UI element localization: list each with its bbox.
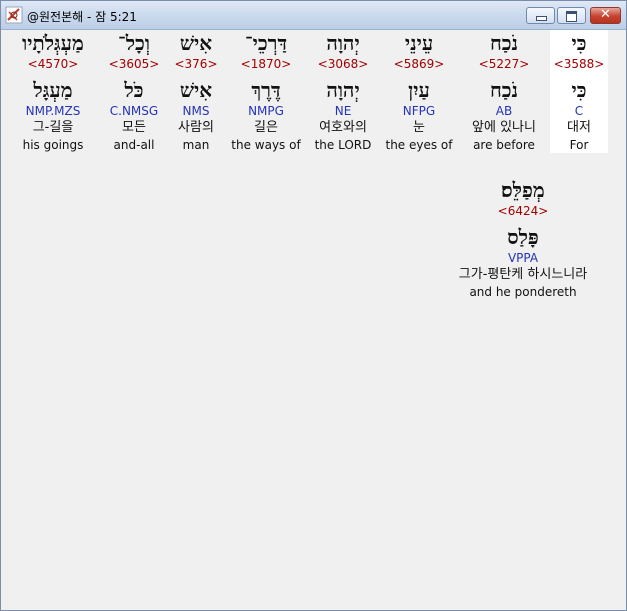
hebrew-lemma[interactable]: פָּלַס bbox=[438, 224, 608, 250]
english-gloss: are before bbox=[473, 138, 535, 152]
hebrew-lemma[interactable]: נֹכַח bbox=[467, 77, 541, 103]
korean-gloss: 그-길을 bbox=[32, 120, 74, 135]
english-gloss: For bbox=[569, 138, 589, 152]
hebrew-lemma[interactable]: יְהוָה bbox=[306, 77, 380, 103]
korean-gloss: 눈 bbox=[413, 120, 425, 135]
hebrew-word[interactable]: כִּי bbox=[550, 30, 608, 56]
english-gloss: his goings bbox=[22, 138, 84, 152]
close-icon: ✕ bbox=[600, 7, 611, 22]
strong-number[interactable]: <5227> bbox=[467, 56, 541, 72]
title-bar[interactable]: @원전본해 - 잠 5:21 ✕ bbox=[1, 1, 626, 30]
korean-gloss: 그가-평탄케 하시느니라 bbox=[458, 267, 588, 282]
hebrew-lemma[interactable]: עַיִן bbox=[382, 77, 456, 103]
close-button[interactable]: ✕ bbox=[590, 7, 621, 24]
korean-gloss: 길은 bbox=[254, 120, 278, 135]
window-title: @원전본해 - 잠 5:21 bbox=[27, 10, 137, 24]
strong-number[interactable]: <4570> bbox=[8, 56, 98, 72]
hebrew-word[interactable]: נֹכַח bbox=[467, 30, 541, 56]
hebrew-lemma[interactable]: כִּי bbox=[550, 77, 608, 103]
hebrew-word[interactable]: מַעְגְּלֹתָיו bbox=[8, 30, 98, 56]
morph-code[interactable]: C.NMSG bbox=[102, 103, 166, 119]
minimize-button[interactable] bbox=[526, 7, 555, 24]
morph-code[interactable]: NMS bbox=[168, 103, 224, 119]
word-column-7[interactable]: וְכָל־ <3605> כֹּל C.NMSG 모든 and-all bbox=[102, 30, 166, 153]
word-column-1[interactable]: כִּי <3588> כִּי C 대저 For bbox=[550, 30, 608, 153]
morph-code[interactable]: C bbox=[550, 103, 608, 119]
english-gloss: and he pondereth bbox=[469, 285, 577, 299]
korean-gloss: 사람의 bbox=[178, 120, 214, 135]
hebrew-lemma[interactable]: אִישׁ bbox=[168, 77, 224, 103]
morph-code[interactable]: AB bbox=[467, 103, 541, 119]
strong-number[interactable]: <6424> bbox=[438, 203, 608, 219]
hebrew-word[interactable]: עֵינֵי bbox=[382, 30, 456, 56]
maximize-icon bbox=[566, 11, 577, 22]
app-window: @원전본해 - 잠 5:21 ✕ כִּי <3588> כִּי C 대저 F… bbox=[0, 0, 627, 611]
korean-gloss: 앞에 있나니 bbox=[472, 120, 536, 135]
morph-code[interactable]: NE bbox=[306, 103, 380, 119]
morph-code[interactable]: NMPG bbox=[229, 103, 303, 119]
morph-code[interactable]: NMP.MZS bbox=[8, 103, 98, 119]
interlinear-view: כִּי <3588> כִּי C 대저 For נֹכַח <5227> נ… bbox=[2, 30, 625, 609]
english-gloss: the LORD bbox=[314, 138, 372, 152]
word-column-6[interactable]: אִישׁ <376> אִישׁ NMS 사람의 man bbox=[168, 30, 224, 153]
english-gloss: the eyes of bbox=[385, 138, 453, 152]
strong-number[interactable]: <3068> bbox=[306, 56, 380, 72]
korean-gloss: 대저 bbox=[567, 120, 591, 135]
strong-number[interactable]: <3605> bbox=[102, 56, 166, 72]
word-column-2[interactable]: נֹכַח <5227> נֹכַח AB 앞에 있나니 are before bbox=[467, 30, 541, 153]
hebrew-lemma[interactable]: דֶּרֶךְ bbox=[229, 77, 303, 103]
hebrew-lemma[interactable]: מַעְגָּל bbox=[8, 77, 98, 103]
word-column-3[interactable]: עֵינֵי <5869> עַיִן NFPG 눈 the eyes of bbox=[382, 30, 456, 153]
hebrew-word[interactable]: וְכָל־ bbox=[102, 30, 166, 56]
strong-number[interactable]: <3588> bbox=[550, 56, 608, 72]
korean-gloss: 모든 bbox=[122, 120, 146, 135]
word-column-5[interactable]: דַּרְכֵי־ <1870> דֶּרֶךְ NMPG 길은 the way… bbox=[229, 30, 303, 153]
word-column-4[interactable]: יְהוָה <3068> יְהוָה NE 여호와의 the LORD bbox=[306, 30, 380, 153]
english-gloss: man bbox=[182, 138, 210, 152]
hebrew-word[interactable]: מְפַלֵּס׃ bbox=[438, 177, 608, 203]
word-column-8[interactable]: מַעְגְּלֹתָיו <4570> מַעְגָּל NMP.MZS 그-… bbox=[8, 30, 98, 153]
strong-number[interactable]: <376> bbox=[168, 56, 224, 72]
hebrew-word[interactable]: דַּרְכֵי־ bbox=[229, 30, 303, 56]
english-gloss: the ways of bbox=[231, 138, 301, 152]
morph-code[interactable]: NFPG bbox=[382, 103, 456, 119]
maximize-button[interactable] bbox=[557, 7, 586, 24]
english-gloss: and-all bbox=[113, 138, 155, 152]
morph-code[interactable]: VPPA bbox=[438, 250, 608, 266]
strong-number[interactable]: <1870> bbox=[229, 56, 303, 72]
hebrew-word[interactable]: יְהוָה bbox=[306, 30, 380, 56]
minimize-icon bbox=[536, 16, 547, 21]
strong-number[interactable]: <5869> bbox=[382, 56, 456, 72]
hebrew-lemma[interactable]: כֹּל bbox=[102, 77, 166, 103]
word-column-9[interactable]: מְפַלֵּס׃ <6424> פָּלַס VPPA 그가-평탄케 하시느니… bbox=[438, 177, 608, 300]
app-icon[interactable] bbox=[5, 6, 23, 24]
korean-gloss: 여호와의 bbox=[319, 120, 367, 135]
hebrew-word[interactable]: אִישׁ bbox=[168, 30, 224, 56]
